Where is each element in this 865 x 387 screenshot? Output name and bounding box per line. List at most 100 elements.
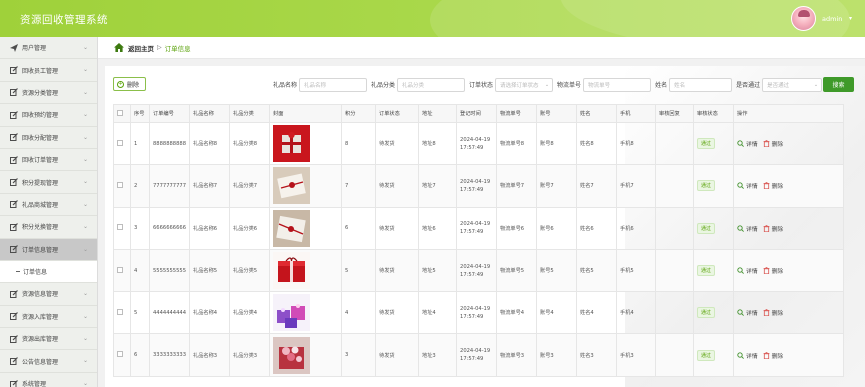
chevron-down-icon[interactable]: ▾ [849,15,852,22]
table-row[interactable]: 2 7777777777 礼品名称7 礼品分类7 7 待发货 地址7 2024-04-19 17… [113,164,845,208]
filter-select[interactable]: 是否通过 ⌄ [762,77,823,92]
sidebar-item-label: 回收预约管理 [22,112,59,120]
home-icon[interactable] [114,43,124,52]
cell-addr: 地址8 [418,121,458,166]
sidebar-item[interactable]: 用户管理 ⌄ [0,37,97,60]
detail-button[interactable]: 详情 [737,308,758,317]
sidebar-item[interactable]: 回收订单管理 ⌄ [0,149,97,172]
sidebar-item-label: 订单信息管理 [22,246,59,254]
column-header: 物流单号 [496,104,538,123]
chevron-down-icon: ⌄ [82,111,88,119]
remove-button[interactable]: 删除 [763,139,783,148]
row-checkbox[interactable] [117,351,123,358]
remove-button[interactable]: 删除 [763,351,783,360]
cell-account: 账号7 [536,164,578,208]
sidebar-item[interactable]: 礼品商城管理 ⌄ [0,194,97,217]
trash-icon [763,309,770,317]
cell-idx: 3 [130,206,150,250]
row-checkbox[interactable] [117,224,123,231]
cell-phone: 手机4 [616,291,657,335]
remove-button[interactable]: 删除 [763,266,783,275]
sidebar-item[interactable]: 系统管理 ⌄ [0,373,97,387]
status-badge: 通过 [697,349,716,361]
cell-phone: 手机6 [616,206,657,250]
cell-account: 账号5 [536,248,578,293]
avatar[interactable] [791,6,816,31]
cell-points: 8 [341,121,377,166]
cell-name: 姓名5 [576,248,618,293]
sidebar-item[interactable]: 订单信息管理 ⌄ [0,238,97,261]
chevron-down-icon: ⌄ [82,88,88,96]
select-all-checkbox[interactable] [117,109,123,116]
time-text: 17:57:49 [460,229,484,236]
detail-button[interactable]: 详情 [737,139,758,148]
sidebar-item[interactable]: 资源出库管理 ⌄ [0,328,97,351]
remove-button[interactable]: 删除 [763,308,784,318]
sidebar-item[interactable]: 资源信息管理 ⌄ [0,283,97,306]
filter-label: 姓名 [655,82,668,89]
cell-order: 4444444444 [148,291,191,335]
remove-button[interactable]: 删除 [763,224,783,233]
table-row[interactable]: 6 3333333333 礼品名称3 礼品分类3 3 待发货 地址3 2024-04-19 17… [113,333,845,377]
chevron-down-icon: ⌄ [82,312,88,320]
remove-label: 删除 [771,311,784,318]
filter-input[interactable]: 姓名 [669,77,733,92]
row-checkbox[interactable] [117,181,123,188]
filter-placeholder: 物流单号 [588,82,611,89]
detail-button[interactable]: 详情 [737,266,758,275]
sidebar-item-label: 用户管理 [22,45,47,53]
gift-cover-image [273,167,311,205]
cell-account: 账号3 [536,333,578,377]
edit-icon [10,110,18,119]
detail-button[interactable]: 详情 [737,181,758,190]
remove-button[interactable]: 删除 [763,181,783,190]
cell-name: 姓名3 [576,333,618,377]
sidebar-item[interactable]: 积分兑换管理 ⌄ [0,216,97,239]
filter-select[interactable]: 请选择订单状态 ⌄ [495,77,554,92]
row-checkbox[interactable] [117,308,123,315]
sidebar-item[interactable]: 回收分配管理 ⌄ [0,127,97,149]
gift-cover-image [273,336,311,374]
detail-button[interactable]: 详情 [737,224,758,233]
user-name[interactable]: admin [822,15,842,23]
audit-status-cell: 通过 [693,164,735,208]
date-text: 2024-04-19 [460,136,491,143]
sidebar-item[interactable]: 资源分类管理 ⌄ [0,82,97,105]
table-row[interactable]: 5 4444444444 礼品名称4 礼品分类4 4 待发货 地址4 2024-04-19 17… [113,291,845,335]
cover-cell [269,164,343,208]
time-text: 17:57:49 [460,144,484,151]
cell-idx: 4 [130,248,150,293]
filter-placeholder: 姓名 [674,82,686,89]
filter-bar: 礼品名称 礼品名称 礼品分类 礼品分类 订单状态 请选择订单状态 ⌄ 物流单号 物流单号 姓名 姓名… [273,77,826,92]
filter-input[interactable]: 礼品名称 [299,77,368,92]
delete-button[interactable]: + 删除 [113,77,146,91]
table-row[interactable]: 4 5555555555 礼品名称5 礼品分类5 5 待发货 地址5 2024-04-19 17… [113,248,845,293]
sidebar-item[interactable]: 公告信息管理 ⌄ [0,350,97,373]
filter-input[interactable]: 物流单号 [583,77,652,92]
filter-label: 物流单号 [557,82,582,89]
date-cell: 2024-04-19 17:57:49 [456,333,498,377]
sidebar-item[interactable]: 回收员工管理 ⌄ [0,59,97,82]
filter-input[interactable]: 礼品分类 [397,77,466,92]
sidebar-item[interactable]: 积分提现管理 ⌄ [0,171,97,194]
detail-button[interactable]: 详情 [737,351,758,360]
sidebar-subitem[interactable]: 订单信息 [0,260,97,284]
row-checkbox[interactable] [117,266,123,273]
gift-cover-image [273,125,311,163]
search-button[interactable]: 搜索 [823,77,854,92]
row-checkbox[interactable] [117,139,123,146]
cell-account: 账号6 [536,206,578,250]
audit-status-cell: 通过 [693,121,735,166]
edit-icon [10,66,18,75]
sidebar-item[interactable]: 资源入库管理 ⌄ [0,306,97,329]
row-select-cell [113,248,131,293]
cell-phone: 手机7 [616,164,657,208]
breadcrumb-home-link[interactable]: 返回主页 [128,43,154,53]
cell-order: 7777777777 [148,164,191,208]
date-cell: 2024-04-19 17:57:49 [456,291,498,335]
table-row[interactable]: 1 8888888888 礼品名称8 礼品分类8 8 待发货 地址8 2024-04-19 17… [113,121,845,166]
table-row[interactable]: 3 6666666666 礼品名称6 礼品分类6 6 待发货 地址6 2024-04-19 17… [113,206,845,250]
sidebar-item[interactable]: 回收预约管理 ⌄ [0,104,97,127]
cover-cell [269,333,343,377]
cell-status: 待发货 [375,121,420,166]
